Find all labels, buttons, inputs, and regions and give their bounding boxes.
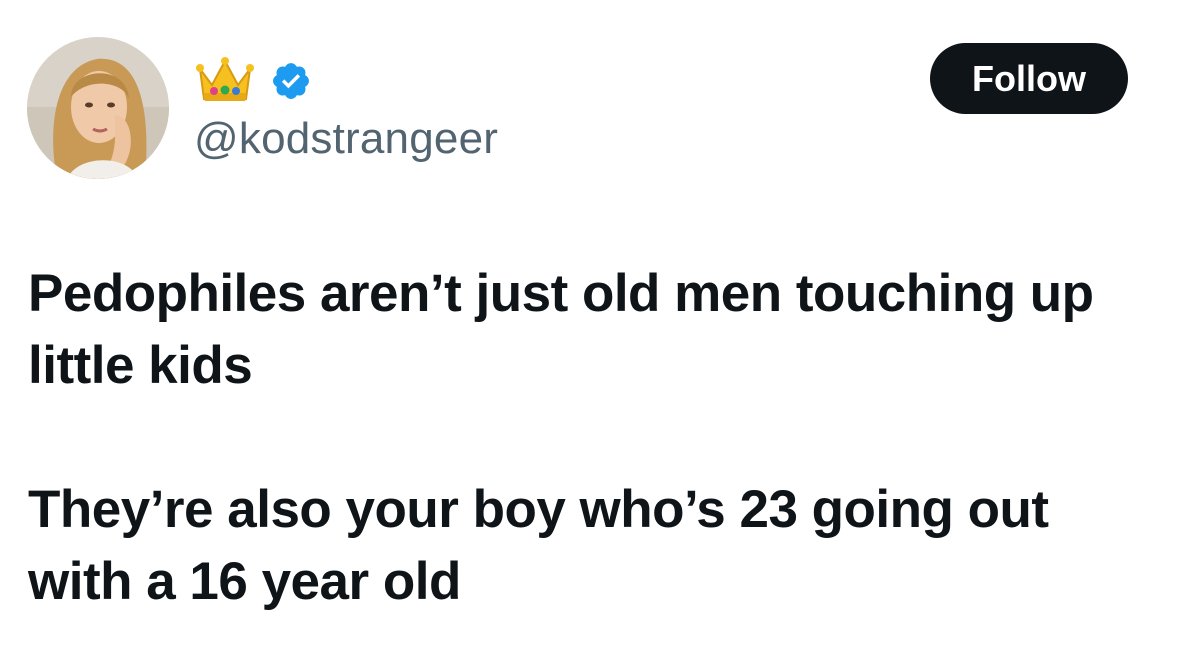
crown-icon (196, 55, 254, 107)
display-name[interactable] (196, 55, 312, 107)
verified-badge-icon[interactable] (270, 60, 312, 102)
tweet-paragraph: They’re also your boy who’s 23 going out… (28, 480, 1049, 611)
tweet-paragraph: Pedophiles aren’t just old men touching … (28, 264, 1094, 395)
follow-button[interactable]: Follow (930, 43, 1128, 114)
tweet-text: Pedophiles aren’t just old men touching … (28, 258, 1158, 618)
avatar[interactable] (27, 37, 169, 179)
author-handle[interactable]: @kodstrangeer (194, 114, 498, 164)
